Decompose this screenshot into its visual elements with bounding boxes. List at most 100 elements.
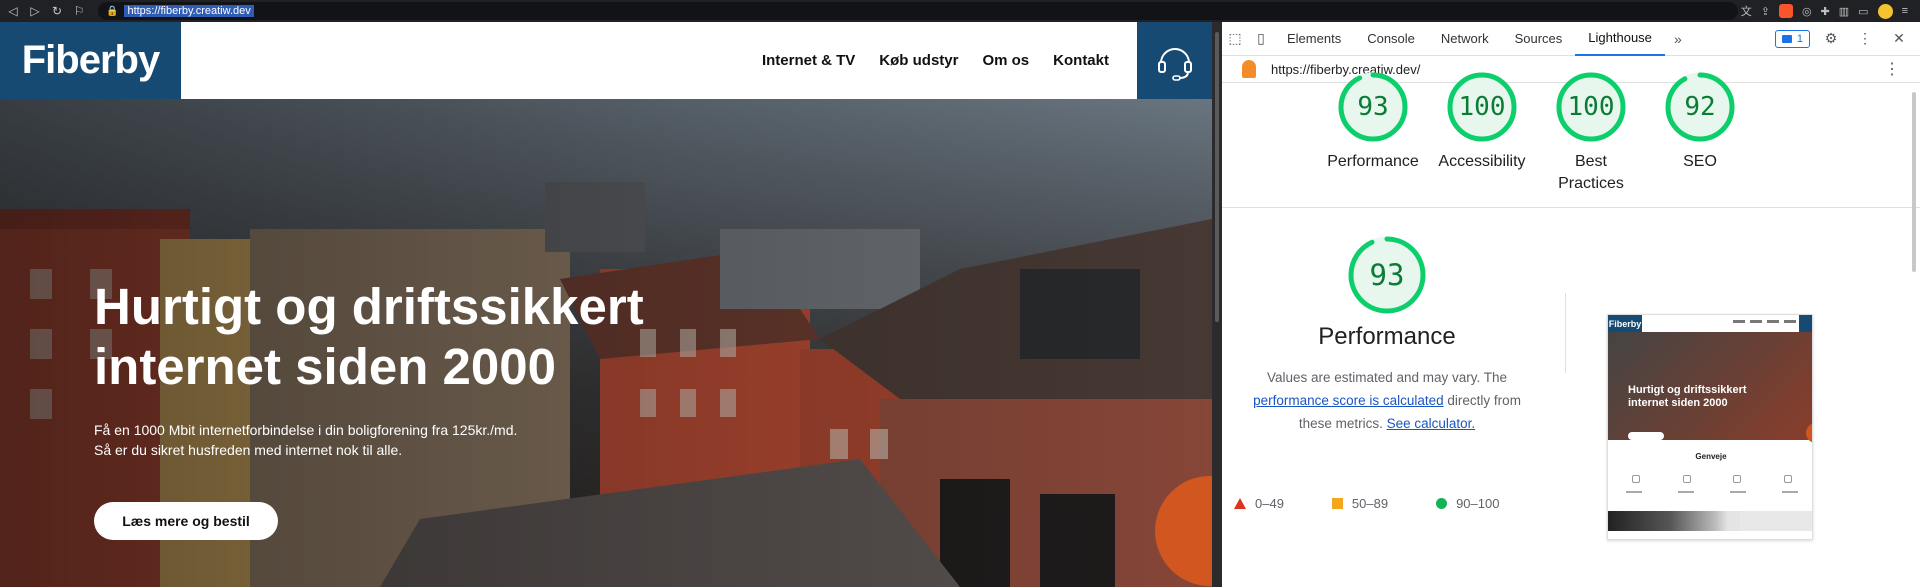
hero-subtitle: Få en 1000 Mbit internetforbindelse i di… bbox=[94, 420, 517, 460]
share-icon[interactable]: ⇪ bbox=[1761, 5, 1770, 18]
see-calculator-link[interactable]: See calculator. bbox=[1387, 416, 1476, 431]
performance-description: Values are estimated and may vary. The p… bbox=[1242, 366, 1532, 435]
score-ring: 100 bbox=[1446, 71, 1518, 143]
green-circle-icon bbox=[1436, 498, 1448, 509]
gauge-seo[interactable]: 92 SEO bbox=[1635, 71, 1765, 173]
support-button[interactable] bbox=[1137, 22, 1212, 99]
hero-title-line2: internet siden 2000 bbox=[94, 338, 557, 395]
profile-avatar[interactable] bbox=[1877, 3, 1893, 19]
hero-sub-line1: Få en 1000 Mbit internetforbindelse i di… bbox=[94, 422, 518, 438]
score-value: 100 bbox=[1458, 92, 1506, 122]
thumb-orange-circle bbox=[1806, 423, 1812, 443]
scrollbar-thumb[interactable] bbox=[1215, 32, 1219, 322]
hero-section: Hurtigt og driftssikkert internet siden … bbox=[0, 99, 1212, 587]
legend-average: 50–89 bbox=[1331, 496, 1389, 511]
devtools-panel: ⬚ ▯ Elements Console Network Sources Lig… bbox=[1222, 22, 1920, 587]
devtools-scrollbar[interactable] bbox=[1912, 92, 1916, 272]
score-value: 93 bbox=[1357, 92, 1389, 122]
thumb-title-line2: internet siden 2000 bbox=[1628, 397, 1728, 409]
tab-lighthouse[interactable]: Lighthouse bbox=[1575, 22, 1665, 56]
thumb-section-title: Genveje bbox=[1695, 452, 1727, 461]
thumb-logo: Fiberby bbox=[1608, 315, 1642, 332]
score-legend: 0–49 50–89 90–100 bbox=[1234, 496, 1547, 511]
thumb-hero-button bbox=[1628, 432, 1664, 440]
thumb-nav bbox=[1733, 320, 1796, 323]
thumb-support bbox=[1799, 315, 1812, 332]
thumb-shortcut-icons bbox=[1632, 475, 1792, 483]
tab-console[interactable]: Console bbox=[1354, 22, 1428, 56]
page-screenshot-thumbnail[interactable]: Fiberby Hurtigt og driftssikkert interne… bbox=[1607, 314, 1813, 540]
device-toolbar-icon[interactable]: ▯ bbox=[1248, 22, 1274, 56]
forward-icon[interactable]: ▷ bbox=[26, 0, 44, 22]
site-header: Fiberby Internet & TV Køb udstyr Om os K… bbox=[0, 22, 1212, 99]
translate-icon[interactable]: 文 bbox=[1741, 3, 1752, 19]
more-tabs-icon[interactable]: » bbox=[1665, 22, 1691, 56]
thumb-hero: Hurtigt og driftssikkert internet siden … bbox=[1608, 332, 1812, 440]
thumb-title-line1: Hurtigt og driftssikkert bbox=[1628, 384, 1747, 396]
hero-sub-line2: Så er du sikret husfreden med internet n… bbox=[94, 442, 403, 458]
score-ring: 92 bbox=[1664, 71, 1736, 143]
score-label: Best Practices bbox=[1558, 153, 1624, 192]
tab-network[interactable]: Network bbox=[1428, 22, 1502, 56]
site-logo[interactable]: Fiberby bbox=[0, 22, 181, 99]
address-bar[interactable]: 🔒 https://fiberby.creatiw.dev bbox=[98, 2, 1738, 20]
score-ring: 100 bbox=[1555, 71, 1627, 143]
main-nav: Internet & TV Køb udstyr Om os Kontakt bbox=[762, 22, 1109, 99]
legend-average-label: 50–89 bbox=[1351, 496, 1389, 511]
legend-fail: 0–49 bbox=[1234, 496, 1284, 511]
settings-gear-icon[interactable]: ⚙ bbox=[1818, 22, 1844, 56]
score-value: 100 bbox=[1567, 92, 1615, 122]
nav-koeb-udstyr[interactable]: Køb udstyr bbox=[879, 52, 958, 69]
devtools-menu-icon[interactable]: ⋮ bbox=[1852, 22, 1878, 56]
section-divider bbox=[1565, 293, 1566, 373]
desc-text-1: Values are estimated and may vary. The bbox=[1266, 370, 1508, 385]
performance-big-gauge: 93 bbox=[1347, 235, 1427, 315]
score-calculated-link[interactable]: performance score is calculated bbox=[1253, 393, 1444, 408]
lighthouse-icon bbox=[1242, 60, 1256, 78]
legend-pass-label: 90–100 bbox=[1456, 496, 1500, 511]
score-value: 92 bbox=[1684, 92, 1716, 122]
nav-kontakt[interactable]: Kontakt bbox=[1053, 52, 1109, 69]
nav-internet-tv[interactable]: Internet & TV bbox=[762, 52, 855, 69]
thumb-header: Fiberby bbox=[1608, 315, 1812, 332]
brave-shield-icon[interactable] bbox=[1778, 4, 1793, 18]
tab-elements[interactable]: Elements bbox=[1274, 22, 1354, 56]
thumb-hero-title: Hurtigt og driftssikkert internet siden … bbox=[1628, 384, 1747, 410]
hero-title-line1: Hurtigt og driftssikkert bbox=[94, 278, 644, 335]
score-gauges: 93 Performance 100 Accessibility 100 Bes… bbox=[1222, 72, 1920, 208]
orange-square-icon bbox=[1331, 498, 1343, 509]
thumb-shortcut-labels bbox=[1626, 491, 1798, 493]
inspect-element-icon[interactable]: ⬚ bbox=[1222, 22, 1248, 56]
big-score-value: 93 bbox=[1369, 258, 1405, 292]
lock-icon: 🔒 bbox=[106, 5, 119, 17]
sidebar-icon[interactable]: ▥ bbox=[1839, 5, 1849, 18]
puzzle-icon[interactable]: ✚ bbox=[1821, 5, 1830, 18]
back-icon[interactable]: ◁ bbox=[4, 0, 22, 22]
reload-icon[interactable]: ↻ bbox=[48, 0, 66, 22]
issues-badge[interactable]: 1 bbox=[1774, 29, 1810, 48]
bookmark-icon[interactable]: ⚐ bbox=[70, 0, 88, 22]
devtools-tabbar: ⬚ ▯ Elements Console Network Sources Lig… bbox=[1222, 22, 1920, 56]
nav-om-os[interactable]: Om os bbox=[982, 52, 1029, 69]
report-menu-icon[interactable]: ⋮ bbox=[1884, 59, 1900, 79]
close-icon[interactable]: ✕ bbox=[1886, 22, 1912, 56]
browser-toolbar: ◁ ▷ ↻ ⚐ 🔒 https://fiberby.creatiw.dev 文 … bbox=[0, 0, 1920, 22]
menu-icon[interactable]: ≡ bbox=[1902, 5, 1908, 17]
legend-fail-label: 0–49 bbox=[1255, 496, 1284, 511]
wallet-icon[interactable]: ▭ bbox=[1858, 5, 1868, 18]
performance-section: 93 Performance Values are estimated and … bbox=[1222, 208, 1920, 587]
page-scrollbar[interactable] bbox=[1212, 22, 1222, 587]
website-viewport: Fiberby Internet & TV Køb udstyr Om os K… bbox=[0, 22, 1212, 587]
read-more-order-button[interactable]: Læs mere og bestil bbox=[94, 502, 278, 540]
extension-icon[interactable]: ◎ bbox=[1802, 5, 1812, 18]
tab-sources[interactable]: Sources bbox=[1502, 22, 1576, 56]
hero-title: Hurtigt og driftssikkert internet siden … bbox=[94, 277, 794, 397]
issues-count: 1 bbox=[1796, 32, 1803, 45]
legend-pass: 90–100 bbox=[1436, 496, 1499, 511]
headset-icon bbox=[1157, 47, 1192, 81]
score-label: SEO bbox=[1683, 153, 1717, 170]
thumb-grey-block bbox=[1740, 511, 1812, 531]
address-url[interactable]: https://fiberby.creatiw.dev bbox=[124, 5, 254, 17]
performance-title: Performance bbox=[1318, 323, 1456, 350]
message-icon bbox=[1781, 34, 1792, 43]
